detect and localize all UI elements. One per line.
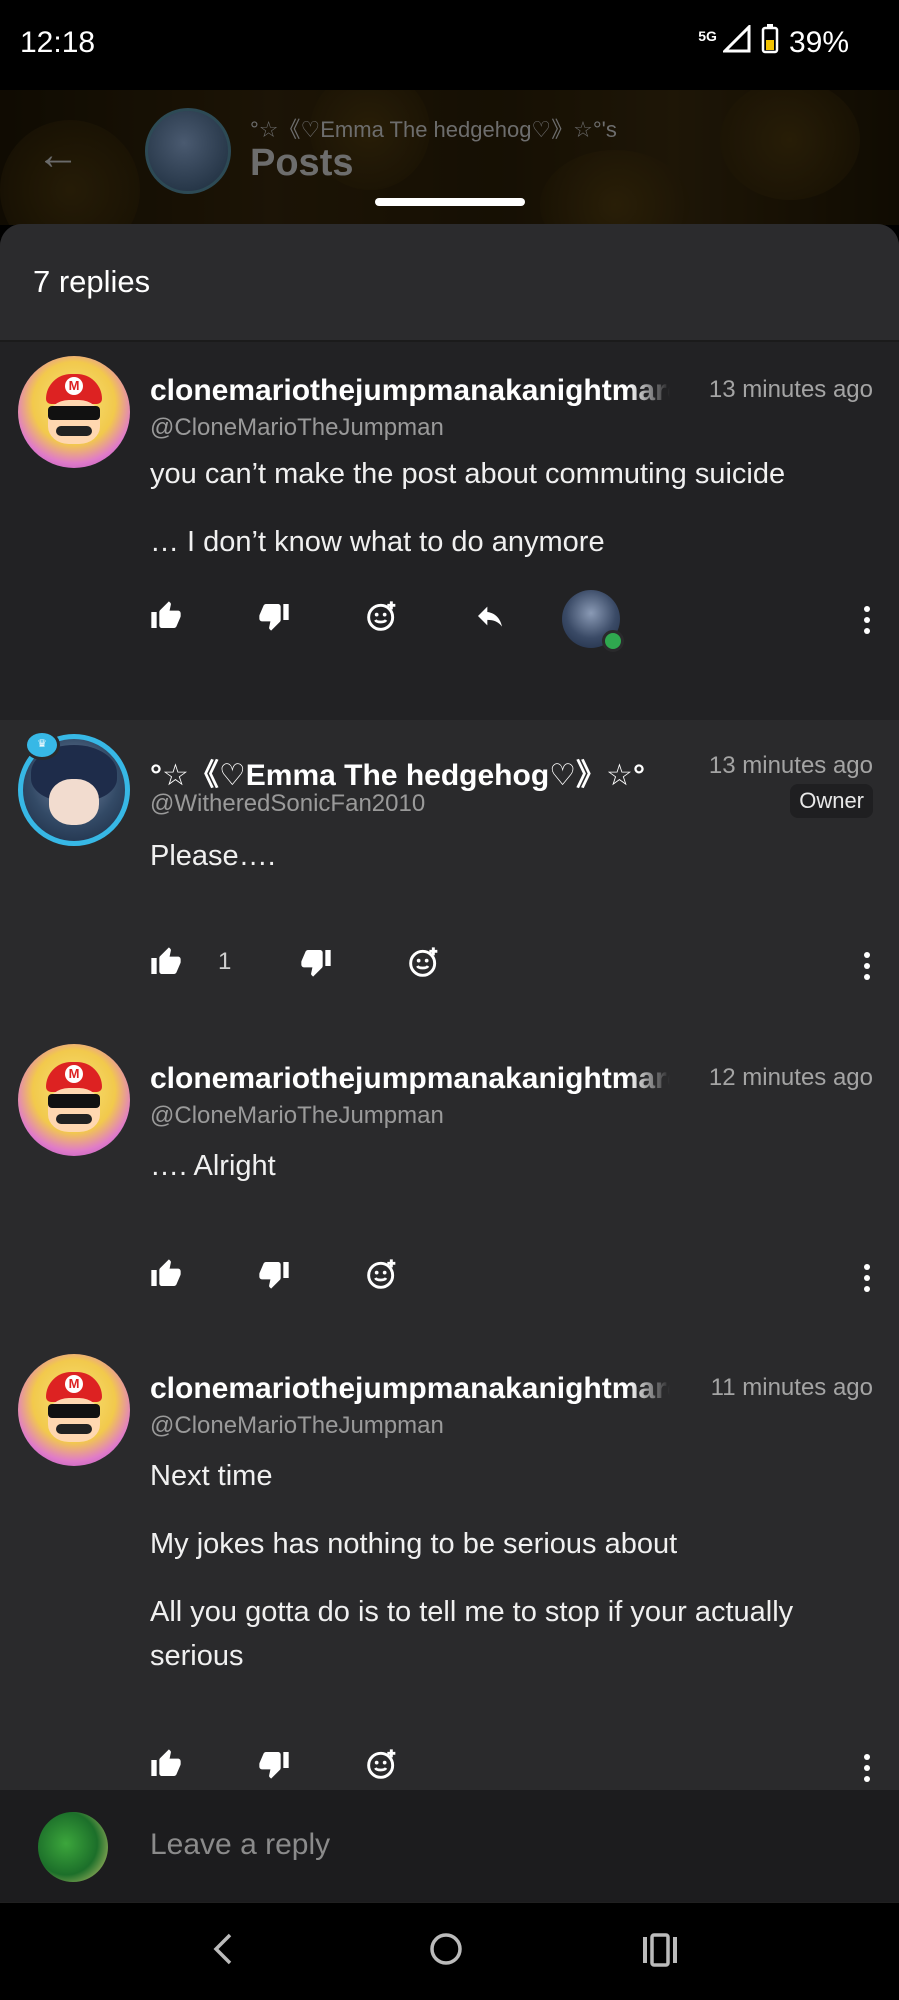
reacted-user-avatar[interactable]: [562, 590, 624, 652]
thumbs-down-icon[interactable]: [254, 1254, 294, 1294]
current-user-avatar: [38, 1812, 108, 1882]
like-count: 1: [218, 948, 232, 975]
comment-item: clonemariothejumpmanakanightmare 11 minu…: [0, 1340, 899, 1790]
owner-badge: Owner: [790, 784, 873, 818]
status-indicators: 5G 39%: [698, 23, 849, 62]
comment-timestamp: 13 minutes ago: [708, 376, 873, 403]
reply-input[interactable]: Leave a reply: [150, 1828, 330, 1862]
sheet-drag-handle[interactable]: [375, 198, 525, 206]
signal-icon: [721, 23, 751, 61]
page-title: Posts: [250, 142, 354, 184]
comment-item: clonemariothejumpmanakanightmare 13 minu…: [0, 342, 899, 720]
more-vertical-icon[interactable]: [863, 952, 871, 982]
thumbs-up-icon[interactable]: [146, 1254, 186, 1294]
more-vertical-icon[interactable]: [863, 1754, 871, 1784]
thumbs-down-icon[interactable]: [296, 942, 336, 982]
comment-timestamp: 13 minutes ago: [708, 752, 873, 779]
status-bar: 12:18 5G 39%: [0, 0, 899, 90]
thumbs-up-icon[interactable]: [146, 942, 186, 982]
comment-text-line: Next time: [150, 1460, 273, 1492]
comment-timestamp: 12 minutes ago: [708, 1064, 873, 1091]
comment-text-line: you can’t make the post about commuting …: [150, 458, 786, 490]
comment-handle[interactable]: @CloneMarioTheJumpman: [150, 1102, 444, 1130]
comment-username[interactable]: clonemariothejumpmanakanightmare: [150, 1062, 670, 1096]
reply-composer[interactable]: Leave a reply: [0, 1790, 899, 1902]
add-reaction-icon[interactable]: [362, 1744, 402, 1784]
comment-item: ♛ °☆《♡Emma The hedgehog♡》☆° 13 minutes a…: [0, 720, 899, 1030]
header-owner-name: °☆《♡Emma The hedgehog♡》☆°'s: [250, 117, 617, 142]
battery-percent: 39%: [788, 26, 849, 59]
nav-back-icon[interactable]: [208, 1929, 238, 1979]
add-reaction-icon[interactable]: [362, 1254, 402, 1294]
comment-username[interactable]: clonemariothejumpmanakanightmare: [150, 374, 670, 408]
replies-sheet: 7 replies clonemariothejumpmanakanightma…: [0, 224, 899, 1902]
avatar[interactable]: [18, 356, 130, 468]
comment-text-line: My jokes has nothing to be serious about: [150, 1528, 678, 1560]
system-nav-bar: [0, 1902, 899, 2000]
comment-username[interactable]: clonemariothejumpmanakanightmare: [150, 1372, 670, 1406]
thumbs-down-icon[interactable]: [254, 1744, 294, 1784]
comment-username[interactable]: °☆《♡Emma The hedgehog♡》☆°: [150, 750, 670, 794]
network-type: 5G: [698, 28, 717, 44]
add-reaction-icon[interactable]: [362, 596, 402, 636]
comment-timestamp: 11 minutes ago: [710, 1374, 873, 1401]
thumbs-down-icon[interactable]: [254, 596, 294, 636]
thumbs-up-icon[interactable]: [146, 1744, 186, 1784]
header-avatar: [145, 108, 231, 194]
replies-count: 7 replies: [33, 264, 151, 299]
comment-handle[interactable]: @WitheredSonicFan2010: [150, 790, 425, 818]
comment-handle[interactable]: @CloneMarioTheJumpman: [150, 1412, 444, 1440]
comment-text-line: …. Alright: [150, 1150, 276, 1182]
comment-handle[interactable]: @CloneMarioTheJumpman: [150, 414, 444, 442]
reply-icon[interactable]: [470, 596, 510, 636]
thumbs-up-icon[interactable]: [146, 596, 186, 636]
comment-text-line: Please….: [150, 840, 276, 872]
nav-home-icon[interactable]: [426, 1929, 466, 1979]
avatar[interactable]: [18, 1044, 130, 1156]
more-vertical-icon[interactable]: [863, 1264, 871, 1294]
status-time: 12:18: [20, 26, 96, 59]
back-arrow-icon[interactable]: ←: [36, 130, 80, 180]
comment-item: clonemariothejumpmanakanightmare 12 minu…: [0, 1030, 899, 1340]
battery-icon: [761, 24, 779, 62]
comment-text-line: … I don’t know what to do anymore: [150, 526, 605, 558]
avatar[interactable]: [18, 1354, 130, 1466]
more-vertical-icon[interactable]: [863, 606, 871, 636]
comment-text-line: All you gotta do is to tell me to stop i…: [150, 1596, 794, 1672]
replies-sheet-header: 7 replies: [0, 224, 899, 342]
add-reaction-icon[interactable]: [404, 942, 444, 982]
nav-recents-icon[interactable]: [640, 1929, 680, 1979]
owner-crown-icon: ♛: [24, 730, 60, 760]
online-indicator: [602, 630, 624, 652]
